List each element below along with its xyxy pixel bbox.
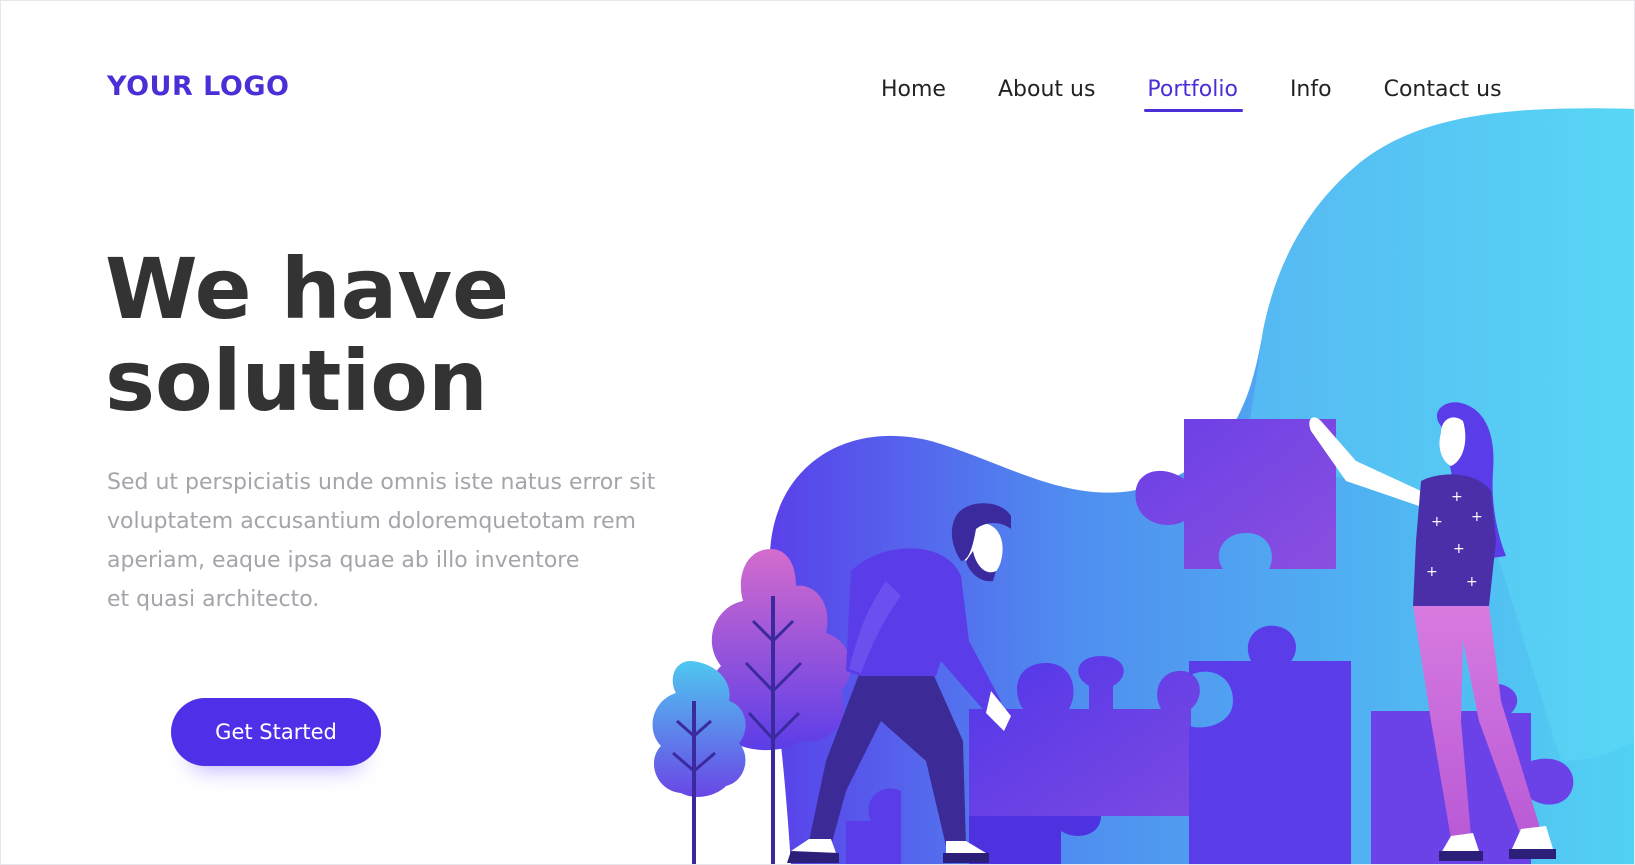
hero-description: Sed ut perspiciatis unde omnis iste natu…: [107, 463, 707, 619]
svg-text:+: +: [1466, 574, 1478, 590]
hero-description-line: Sed ut perspiciatis unde omnis iste natu…: [107, 470, 656, 495]
hero-title: We have solution: [105, 243, 509, 427]
svg-text:+: +: [1426, 564, 1438, 580]
svg-text:+: +: [1453, 541, 1465, 557]
nav-portfolio[interactable]: Portfolio: [1144, 77, 1243, 112]
nav-home[interactable]: Home: [881, 77, 946, 112]
hero-title-line1: We have: [105, 240, 510, 338]
get-started-button[interactable]: Get Started: [171, 698, 381, 766]
svg-text:+: +: [1431, 514, 1443, 530]
nav-contact-us[interactable]: Contact us: [1384, 77, 1502, 112]
svg-text:+: +: [1451, 489, 1463, 505]
main-nav: Home About us Portfolio Info Contact us: [881, 77, 1502, 112]
hero-description-line: voluptatem accusantium doloremquetotam r…: [107, 509, 636, 534]
nav-info[interactable]: Info: [1290, 77, 1332, 112]
hero-description-line: aperiam, eaque ipsa quae ab illo invento…: [107, 548, 580, 573]
svg-text:+: +: [1471, 509, 1483, 525]
hero-title-line2: solution: [105, 332, 488, 430]
hero-description-line: et quasi architecto.: [107, 587, 320, 612]
landing-page: + + + + + + YOUR LOGO Home About us Port…: [0, 0, 1635, 865]
logo[interactable]: YOUR LOGO: [107, 71, 289, 102]
nav-about-us[interactable]: About us: [998, 77, 1095, 112]
